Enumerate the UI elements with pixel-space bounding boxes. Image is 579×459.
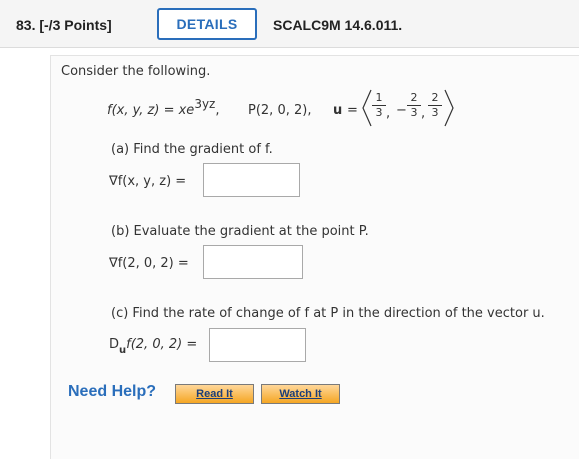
watch-it-label: Watch It (279, 388, 322, 400)
function-exponent: 3yz (194, 97, 216, 111)
part-c-label: Duf(2, 0, 2) = (109, 337, 198, 356)
part-b-prompt: (b) Evaluate the gradient at the point P… (111, 224, 369, 239)
vector-component-3: 2 3 (428, 92, 442, 119)
watch-it-button[interactable]: Watch It (261, 384, 340, 404)
course-code: SCALC9M 14.6.011. (273, 17, 403, 33)
function-lhs: f(x, y, z) = xe (107, 103, 195, 118)
vector-name: u (333, 103, 343, 118)
question-number-and-points: 83. [-/3 Points] (16, 17, 112, 33)
need-help-label: Need Help? (68, 383, 157, 400)
read-it-label: Read It (196, 388, 233, 400)
part-b-label: ∇f(2, 0, 2) = (109, 256, 189, 271)
question-header: 83. [-/3 Points] DETAILS SCALC9M 14.6.01… (0, 0, 579, 48)
part-a-prompt: (a) Find the gradient of f. (111, 142, 273, 157)
vector-component-1: 1 3 (372, 92, 386, 119)
point-label: P(2, 0, 2), (248, 103, 312, 118)
equals-sign: = (347, 103, 358, 118)
part-c-prompt: (c) Find the rate of change of f at P in… (111, 306, 545, 321)
part-a-label: ∇f(x, y, z) = (109, 174, 187, 189)
part-b-answer-field[interactable] (203, 245, 303, 279)
vector-component-2-sign: − (396, 103, 407, 118)
function-definition: f(x, y, z) = xe3yz, (107, 97, 220, 118)
details-button[interactable]: DETAILS (157, 8, 257, 40)
vector-component-2: 2 3 (407, 92, 421, 119)
points-label: [-/3 Points] (39, 17, 112, 33)
problem-intro: Consider the following. (61, 64, 211, 79)
right-angle-bracket-icon (444, 89, 454, 127)
question-number: 83. (16, 17, 36, 33)
part-a-answer-field[interactable] (203, 163, 300, 197)
part-c-answer-field[interactable] (209, 328, 306, 362)
read-it-button[interactable]: Read It (175, 384, 254, 404)
